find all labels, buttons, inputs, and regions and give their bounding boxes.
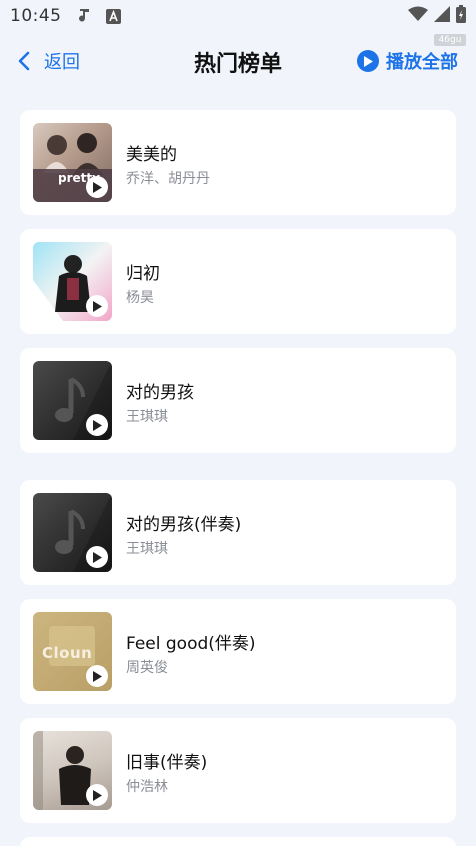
nav-bar: 返回 热门榜单 播放全部 [0,40,476,84]
song-item-partial[interactable] [20,837,456,846]
back-button[interactable]: 返回 [18,48,80,74]
song-artist: 王琪琪 [126,409,168,425]
play-icon[interactable] [86,546,108,568]
album-cover [33,361,112,440]
play-icon[interactable] [86,176,108,198]
song-title: Feel good(伴奏) [126,634,256,654]
play-circle-icon [357,50,379,72]
battery-icon [456,5,466,27]
status-time: 10:45 [10,6,62,26]
play-icon[interactable] [86,295,108,317]
song-item[interactable]: 旧事(伴奏) 仲浩林 [20,718,456,823]
song-title: 归初 [126,264,160,284]
song-item[interactable]: 对的男孩 王琪琪 [20,348,456,453]
a-box-icon [105,8,121,24]
song-artist: 乔洋、胡丹丹 [126,171,210,187]
album-cover [33,731,112,810]
song-item[interactable]: Cloun Feel good(伴奏) 周英俊 [20,599,456,704]
song-item[interactable]: 归初 杨昊 [20,229,456,334]
song-artist: 周英俊 [126,660,168,676]
music-note-icon [76,7,92,25]
song-title: 美美的 [126,145,177,165]
album-cover [33,242,112,321]
song-artist: 杨昊 [126,290,154,306]
play-icon[interactable] [86,784,108,806]
song-item[interactable]: 对的男孩(伴奏) 王琪琪 [20,480,456,585]
play-all-button[interactable]: 播放全部 [357,48,458,74]
play-icon[interactable] [86,665,108,687]
song-artist: 王琪琪 [126,541,168,557]
song-title: 旧事(伴奏) [126,753,208,773]
cover-text: Cloun [42,644,93,662]
chevron-left-icon [18,51,30,71]
song-item[interactable]: pretty 美美的 乔洋、胡丹丹 [20,110,456,215]
signal-icon [434,6,450,26]
song-title: 对的男孩 [126,383,194,403]
status-bar: 10:45 [0,0,476,32]
play-all-label: 播放全部 [386,52,458,73]
song-title: 对的男孩(伴奏) [126,515,242,535]
wifi-icon [408,6,428,26]
song-artist: 仲浩林 [126,779,168,795]
album-cover: pretty [33,123,112,202]
album-cover [33,493,112,572]
album-cover: Cloun [33,612,112,691]
back-label: 返回 [44,52,80,73]
play-icon[interactable] [86,414,108,436]
